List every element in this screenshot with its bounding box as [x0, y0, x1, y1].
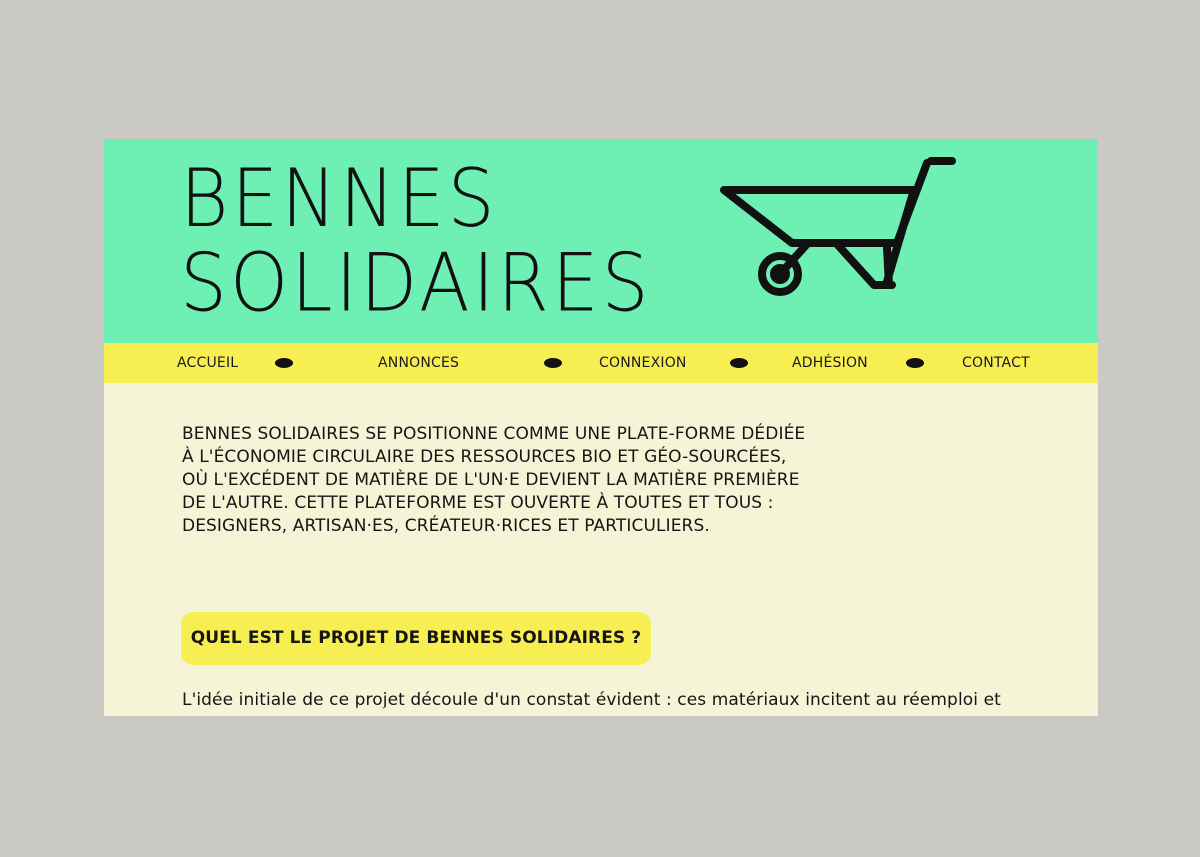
nav-separator-dot: [544, 358, 562, 368]
site-header: BENNES SOLIDAIRES: [104, 139, 1098, 343]
cropped-text-fade: [174, 707, 1024, 716]
nav-item-connexion[interactable]: CONNEXION: [599, 343, 687, 383]
nav-item-annonces[interactable]: ANNONCES: [378, 343, 459, 383]
nav-separator-dot: [730, 358, 748, 368]
nav-item-adhesion[interactable]: ADHÉSION: [792, 343, 868, 383]
logo-line-solidaires: SOLIDAIRES: [180, 236, 652, 330]
wheelbarrow-icon: [720, 157, 956, 296]
wheelbarrow-frame: [832, 159, 931, 289]
project-question-button[interactable]: QUEL EST LE PROJET DE BENNES SOLIDAIRES …: [181, 612, 651, 665]
nav-separator-dot: [275, 358, 293, 368]
platform-intro: BENNES SOLIDAIRES SE POSITIONNE COMME UN…: [182, 424, 806, 536]
nav-item-accueil[interactable]: ACCUEIL: [177, 343, 238, 383]
site-logo[interactable]: BENNES SOLIDAIRES: [180, 157, 652, 325]
logo-line-bennes: BENNES: [180, 152, 498, 246]
website-page: BENNES SOLIDAIRES ACCUEIL ANNONCES CONNE…: [104, 139, 1098, 716]
nav-item-contact[interactable]: CONTACT: [962, 343, 1030, 383]
main-navigation: ACCUEIL ANNONCES CONNEXION ADHÉSION CONT…: [104, 343, 1098, 383]
wheelbarrow-bucket: [720, 186, 918, 247]
nav-separator-dot: [906, 358, 924, 368]
